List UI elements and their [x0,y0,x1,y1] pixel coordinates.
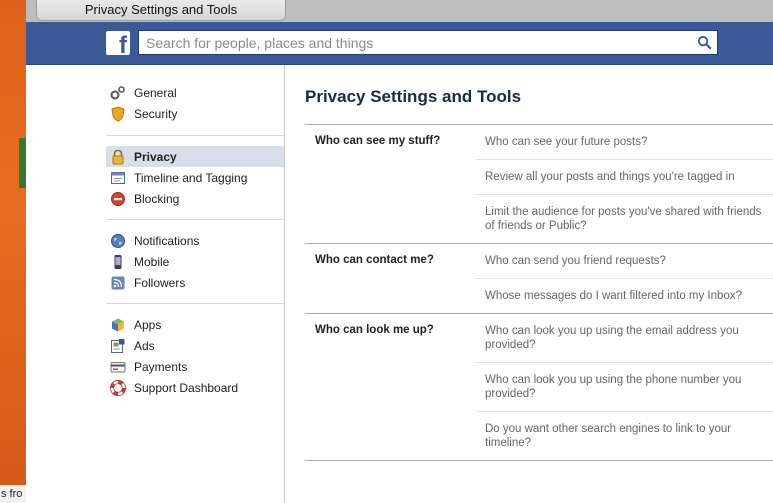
row-divider [475,278,773,279]
sidebar-item-privacy[interactable]: Privacy [106,146,284,167]
sidebar-item-label: Payments [134,359,188,374]
row-divider [475,159,773,160]
sidebar-item-label: Security [134,106,178,121]
sidebar-item-label: Followers [134,275,186,290]
privacy-settings-panel: Privacy Settings and Tools Who can see m… [286,65,773,503]
sidebar-item-label: Timeline and Tagging [134,170,248,185]
sidebar-item-apps[interactable]: Apps [106,314,284,335]
search-input[interactable] [139,31,679,54]
setting-row-lookup-email[interactable]: Who can look you up using the email addr… [475,324,773,352]
row-divider [475,194,773,195]
setting-row-review-posts[interactable]: Review all your posts and things you're … [475,170,773,184]
section-look-me-up: Who can look me up? Who can look you up … [305,313,773,460]
sidebar-item-notifications[interactable]: Notifications [106,230,284,251]
row-divider [475,411,773,412]
sidebar-item-payments[interactable]: Payments [106,356,284,377]
setting-row-search-engines[interactable]: Do you want other search engines to link… [475,422,773,450]
card-icon [110,361,126,372]
rss-icon [111,276,125,289]
badge-icon [111,105,125,122]
timeline-icon [111,171,125,184]
desktop-window-edge [19,138,26,188]
desktop-background [0,0,26,503]
sidebar-divider [106,303,284,304]
sidebar-item-followers[interactable]: Followers [106,272,284,293]
search-icon[interactable] [697,35,712,50]
section-see-my-stuff: Who can see my stuff? Who can see your f… [305,124,773,243]
block-icon [111,191,125,206]
lifebuoy-icon [110,379,126,396]
settings-sidebar: General Security Privacy Timeline and Ta… [26,65,285,503]
sidebar-item-ads[interactable]: Ads [106,335,284,356]
sidebar-divider [106,219,284,220]
sidebar-group-apps: Apps Ads Payments Support Dashboard [106,314,284,398]
phone-icon [114,254,122,269]
sidebar-item-label: Apps [134,317,162,332]
sidebar-item-security[interactable]: Security [106,103,284,124]
cube-icon [112,318,124,331]
section-contact-me: Who can contact me? Who can send you fri… [305,243,773,313]
top-bar: f [26,22,773,65]
sidebar-item-label: General [134,85,177,100]
gears-icon [110,85,125,99]
sidebar-item-blocking[interactable]: Blocking [106,188,284,209]
facebook-logo[interactable]: f [106,31,130,58]
section-label: Who can contact me? [315,254,434,266]
sidebar-item-label: Notifications [134,233,200,248]
section-label: Who can look me up? [315,324,434,336]
sidebar-group-notifications: Notifications Mobile Followers [106,230,284,293]
row-divider [475,362,773,363]
setting-row-message-filtering[interactable]: Whose messages do I want filtered into m… [475,289,773,303]
sidebar-group-account: General Security [106,82,284,124]
section-label: Who can see my stuff? [315,135,441,147]
browser-tab[interactable]: Privacy Settings and Tools [36,0,286,21]
sidebar-item-label: Blocking [134,191,180,206]
section-bottom-divider [305,460,773,461]
sidebar-item-general[interactable]: General [106,82,284,103]
sidebar-group-privacy: Privacy Timeline and Tagging Blocking [106,146,284,209]
setting-row-lookup-phone[interactable]: Who can look you up using the phone numb… [475,373,773,401]
sidebar-item-label: Privacy [134,149,177,164]
sidebar-item-label: Support Dashboard [134,380,239,395]
sidebar-item-label: Ads [134,338,155,353]
sidebar-item-mobile[interactable]: Mobile [106,251,284,272]
sidebar-item-label: Mobile [134,254,170,269]
setting-row-friend-requests[interactable]: Who can send you friend requests? [475,254,773,268]
setting-row-limit-audience[interactable]: Limit the audience for posts you've shar… [475,205,773,233]
lock-icon [112,149,124,164]
ads-icon [111,338,125,353]
search-box[interactable] [138,30,718,55]
page-title: Privacy Settings and Tools [305,87,522,106]
sidebar-item-support-dashboard[interactable]: Support Dashboard [106,377,284,398]
setting-row-future-posts[interactable]: Who can see your future posts? [475,135,773,149]
desktop-partial-text: s fro [0,485,26,503]
globe-icon [111,233,125,248]
browser-tab-strip: Privacy Settings and Tools [26,0,773,22]
sidebar-item-timeline-and-tagging[interactable]: Timeline and Tagging [106,167,284,188]
sidebar-divider [106,135,284,136]
